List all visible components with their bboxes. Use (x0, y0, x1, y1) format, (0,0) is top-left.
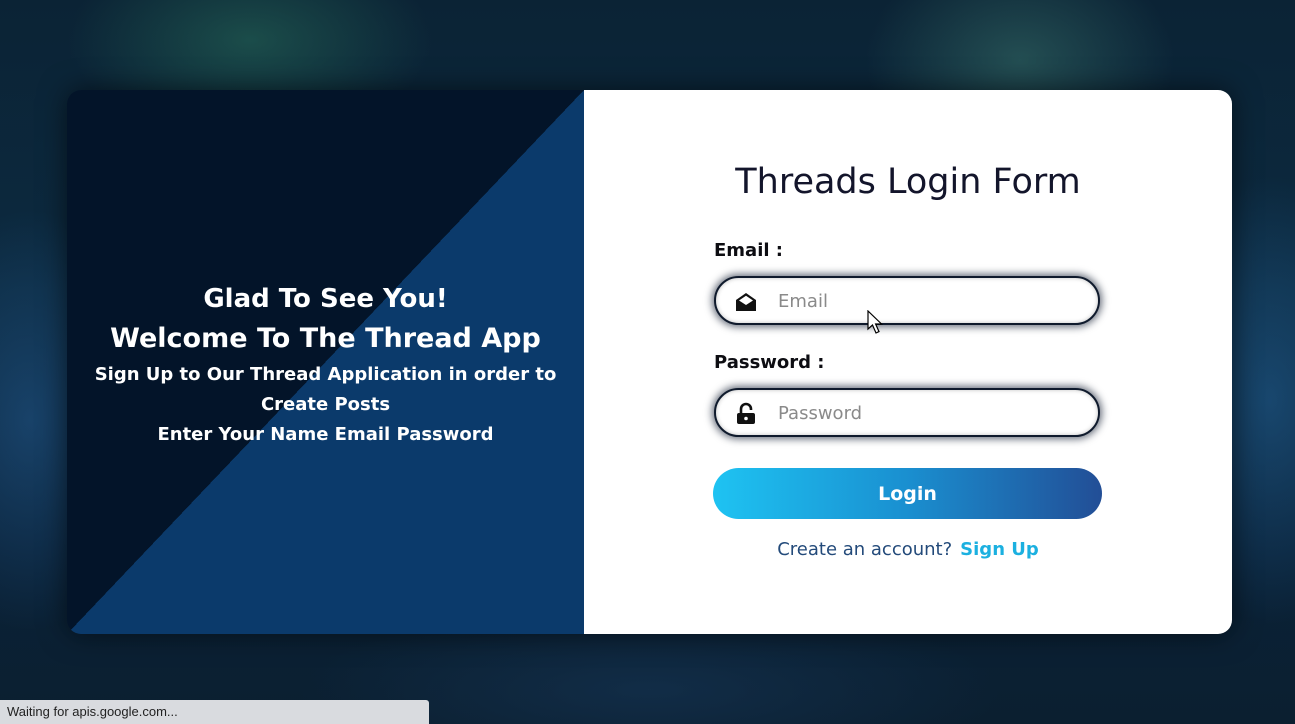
create-account-line: Create an account? Sign Up (584, 539, 1232, 560)
envelope-open-icon (736, 293, 756, 311)
signup-description: Sign Up to Our Thread Application in ord… (94, 364, 557, 415)
browser-status-bar: Waiting for apis.google.com... (0, 700, 429, 724)
login-button[interactable]: Login (713, 468, 1102, 519)
login-form-panel: Threads Login Form Email : Password : Lo… (584, 90, 1232, 634)
email-input[interactable] (776, 278, 1080, 325)
welcome-heading: Welcome To The Thread App (110, 323, 541, 354)
welcome-text-block: Glad To See You! Welcome To The Thread A… (67, 280, 584, 450)
password-input[interactable] (776, 390, 1080, 437)
email-field-wrapper[interactable] (714, 276, 1100, 325)
email-label: Email : (714, 240, 784, 261)
sign-up-link[interactable]: Sign Up (960, 539, 1039, 560)
lock-open-icon (737, 402, 755, 424)
welcome-panel: Glad To See You! Welcome To The Thread A… (67, 90, 584, 634)
greeting-heading: Glad To See You! (203, 284, 448, 314)
password-field-wrapper[interactable] (714, 388, 1100, 437)
mouse-pointer-icon (867, 310, 883, 334)
form-title: Threads Login Form (735, 162, 1081, 202)
instruction-text: Enter Your Name Email Password (157, 424, 494, 445)
password-label: Password : (714, 352, 825, 373)
create-account-text: Create an account? (777, 539, 953, 560)
login-card: Glad To See You! Welcome To The Thread A… (67, 90, 1232, 634)
